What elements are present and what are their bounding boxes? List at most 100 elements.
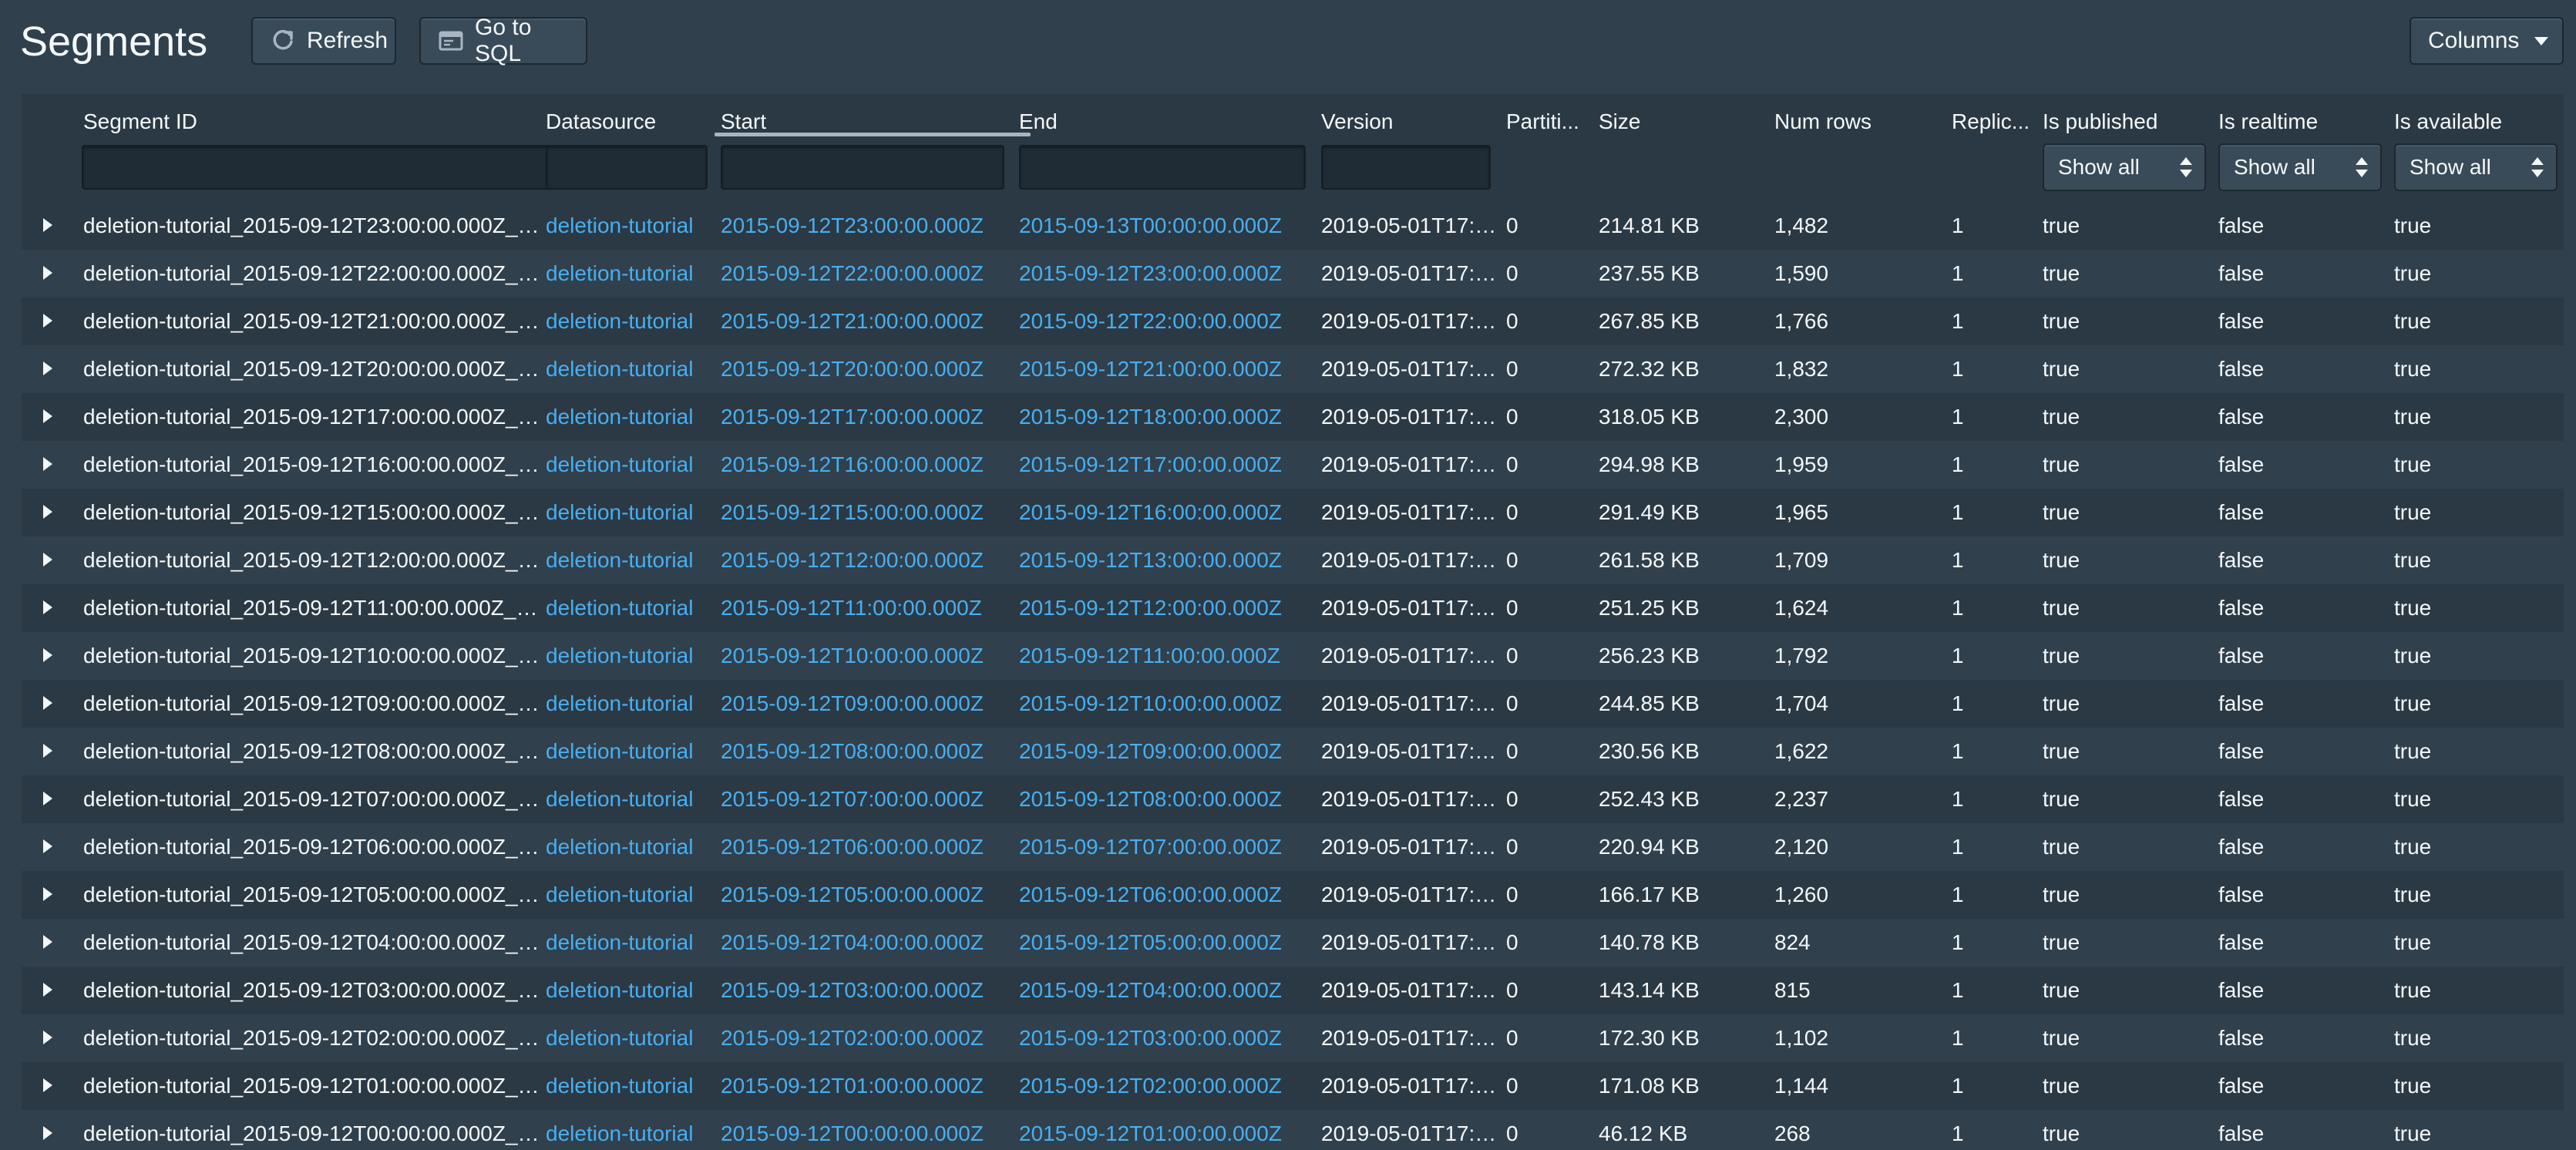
cell-start[interactable]: 2015-09-12T01:00:00.000Z bbox=[721, 1062, 1014, 1110]
cell-datasource[interactable]: deletion-tutorial bbox=[546, 632, 715, 680]
table-row[interactable]: deletion-tutorial_2015-09-12T10:00:00.00… bbox=[22, 632, 2564, 680]
cell-datasource[interactable]: deletion-tutorial bbox=[546, 298, 715, 345]
cell-datasource[interactable]: deletion-tutorial bbox=[546, 393, 715, 441]
cell-datasource[interactable]: deletion-tutorial bbox=[546, 584, 715, 632]
cell-datasource[interactable]: deletion-tutorial bbox=[546, 536, 715, 584]
chevron-right-icon[interactable] bbox=[43, 266, 52, 280]
cell-start[interactable]: 2015-09-12T21:00:00.000Z bbox=[721, 298, 1014, 345]
chevron-right-icon[interactable] bbox=[43, 648, 52, 662]
table-row[interactable]: deletion-tutorial_2015-09-12T02:00:00.00… bbox=[22, 1014, 2564, 1062]
table-row[interactable]: deletion-tutorial_2015-09-12T07:00:00.00… bbox=[22, 775, 2564, 823]
segment-id-filter[interactable] bbox=[82, 145, 552, 190]
header-is-available[interactable]: Is available bbox=[2394, 105, 2548, 139]
table-row[interactable]: deletion-tutorial_2015-09-12T11:00:00.00… bbox=[22, 584, 2564, 632]
cell-datasource[interactable]: deletion-tutorial bbox=[546, 967, 715, 1014]
end-filter[interactable] bbox=[1019, 145, 1306, 190]
header-segment-id[interactable]: Segment ID bbox=[83, 105, 546, 139]
header-end[interactable]: End bbox=[1019, 105, 1312, 139]
cell-end[interactable]: 2015-09-12T09:00:00.000Z bbox=[1019, 728, 1312, 775]
chevron-right-icon[interactable] bbox=[43, 935, 52, 949]
cell-start[interactable]: 2015-09-12T07:00:00.000Z bbox=[721, 775, 1014, 823]
cell-start[interactable]: 2015-09-12T17:00:00.000Z bbox=[721, 393, 1014, 441]
table-row[interactable]: deletion-tutorial_2015-09-12T04:00:00.00… bbox=[22, 919, 2564, 967]
cell-start[interactable]: 2015-09-12T10:00:00.000Z bbox=[721, 632, 1014, 680]
chevron-right-icon[interactable] bbox=[43, 887, 52, 901]
chevron-right-icon[interactable] bbox=[43, 1078, 52, 1092]
cell-end[interactable]: 2015-09-12T10:00:00.000Z bbox=[1019, 680, 1312, 728]
cell-start[interactable]: 2015-09-12T09:00:00.000Z bbox=[721, 680, 1014, 728]
cell-end[interactable]: 2015-09-13T00:00:00.000Z bbox=[1019, 202, 1312, 250]
cell-start[interactable]: 2015-09-12T23:00:00.000Z bbox=[721, 202, 1014, 250]
chevron-right-icon[interactable] bbox=[43, 744, 52, 758]
datasource-filter[interactable] bbox=[546, 145, 708, 190]
chevron-right-icon[interactable] bbox=[43, 314, 52, 328]
cell-start[interactable]: 2015-09-12T02:00:00.000Z bbox=[721, 1014, 1014, 1062]
cell-datasource[interactable]: deletion-tutorial bbox=[546, 919, 715, 967]
cell-start[interactable]: 2015-09-12T12:00:00.000Z bbox=[721, 536, 1014, 584]
cell-datasource[interactable]: deletion-tutorial bbox=[546, 489, 715, 536]
cell-start[interactable]: 2015-09-12T22:00:00.000Z bbox=[721, 250, 1014, 298]
table-row[interactable]: deletion-tutorial_2015-09-12T23:00:00.00… bbox=[22, 202, 2564, 250]
cell-datasource[interactable]: deletion-tutorial bbox=[546, 1062, 715, 1110]
cell-datasource[interactable]: deletion-tutorial bbox=[546, 1110, 715, 1150]
go-to-sql-button[interactable]: Go to SQL bbox=[419, 15, 587, 66]
cell-end[interactable]: 2015-09-12T22:00:00.000Z bbox=[1019, 298, 1312, 345]
cell-datasource[interactable]: deletion-tutorial bbox=[546, 823, 715, 871]
chevron-right-icon[interactable] bbox=[43, 361, 52, 375]
chevron-right-icon[interactable] bbox=[43, 600, 52, 614]
cell-end[interactable]: 2015-09-12T02:00:00.000Z bbox=[1019, 1062, 1312, 1110]
cell-datasource[interactable]: deletion-tutorial bbox=[546, 345, 715, 393]
table-row[interactable]: deletion-tutorial_2015-09-12T00:00:00.00… bbox=[22, 1110, 2564, 1150]
chevron-right-icon[interactable] bbox=[43, 218, 52, 232]
cell-end[interactable]: 2015-09-12T11:00:00.000Z bbox=[1019, 632, 1312, 680]
table-row[interactable]: deletion-tutorial_2015-09-12T17:00:00.00… bbox=[22, 393, 2564, 441]
cell-datasource[interactable]: deletion-tutorial bbox=[546, 728, 715, 775]
cell-start[interactable]: 2015-09-12T04:00:00.000Z bbox=[721, 919, 1014, 967]
cell-start[interactable]: 2015-09-12T15:00:00.000Z bbox=[721, 489, 1014, 536]
cell-end[interactable]: 2015-09-12T07:00:00.000Z bbox=[1019, 823, 1312, 871]
cell-end[interactable]: 2015-09-12T06:00:00.000Z bbox=[1019, 871, 1312, 919]
cell-start[interactable]: 2015-09-12T03:00:00.000Z bbox=[721, 967, 1014, 1014]
cell-datasource[interactable]: deletion-tutorial bbox=[546, 441, 715, 489]
cell-datasource[interactable]: deletion-tutorial bbox=[546, 202, 715, 250]
cell-end[interactable]: 2015-09-12T21:00:00.000Z bbox=[1019, 345, 1312, 393]
table-row[interactable]: deletion-tutorial_2015-09-12T21:00:00.00… bbox=[22, 298, 2564, 345]
table-row[interactable]: deletion-tutorial_2015-09-12T22:00:00.00… bbox=[22, 250, 2564, 298]
header-size[interactable]: Size bbox=[1599, 105, 1753, 139]
table-row[interactable]: deletion-tutorial_2015-09-12T09:00:00.00… bbox=[22, 680, 2564, 728]
table-row[interactable]: deletion-tutorial_2015-09-12T01:00:00.00… bbox=[22, 1062, 2564, 1110]
table-row[interactable]: deletion-tutorial_2015-09-12T03:00:00.00… bbox=[22, 967, 2564, 1014]
chevron-right-icon[interactable] bbox=[43, 1031, 52, 1044]
start-filter[interactable] bbox=[721, 145, 1004, 190]
cell-datasource[interactable]: deletion-tutorial bbox=[546, 871, 715, 919]
cell-start[interactable]: 2015-09-12T06:00:00.000Z bbox=[721, 823, 1014, 871]
cell-end[interactable]: 2015-09-12T16:00:00.000Z bbox=[1019, 489, 1312, 536]
table-row[interactable]: deletion-tutorial_2015-09-12T20:00:00.00… bbox=[22, 345, 2564, 393]
cell-end[interactable]: 2015-09-12T13:00:00.000Z bbox=[1019, 536, 1312, 584]
chevron-right-icon[interactable] bbox=[43, 1126, 52, 1140]
is-realtime-select[interactable]: Show all bbox=[2218, 143, 2382, 191]
header-partition[interactable]: Partiti... bbox=[1506, 105, 1583, 139]
table-row[interactable]: deletion-tutorial_2015-09-12T12:00:00.00… bbox=[22, 536, 2564, 584]
cell-start[interactable]: 2015-09-12T16:00:00.000Z bbox=[721, 441, 1014, 489]
cell-end[interactable]: 2015-09-12T01:00:00.000Z bbox=[1019, 1110, 1312, 1150]
chevron-right-icon[interactable] bbox=[43, 553, 52, 567]
cell-start[interactable]: 2015-09-12T11:00:00.000Z bbox=[721, 584, 1014, 632]
chevron-right-icon[interactable] bbox=[43, 696, 52, 710]
header-num-rows[interactable]: Num rows bbox=[1774, 105, 1929, 139]
cell-end[interactable]: 2015-09-12T08:00:00.000Z bbox=[1019, 775, 1312, 823]
cell-datasource[interactable]: deletion-tutorial bbox=[546, 775, 715, 823]
columns-button[interactable]: Columns bbox=[2410, 17, 2564, 65]
table-row[interactable]: deletion-tutorial_2015-09-12T06:00:00.00… bbox=[22, 823, 2564, 871]
cell-end[interactable]: 2015-09-12T03:00:00.000Z bbox=[1019, 1014, 1312, 1062]
cell-datasource[interactable]: deletion-tutorial bbox=[546, 680, 715, 728]
header-datasource[interactable]: Datasource bbox=[546, 105, 715, 139]
table-row[interactable]: deletion-tutorial_2015-09-12T15:00:00.00… bbox=[22, 489, 2564, 536]
chevron-right-icon[interactable] bbox=[43, 409, 52, 423]
header-replication[interactable]: Replic... bbox=[1952, 105, 2044, 139]
cell-datasource[interactable]: deletion-tutorial bbox=[546, 1014, 715, 1062]
chevron-right-icon[interactable] bbox=[43, 457, 52, 471]
table-row[interactable]: deletion-tutorial_2015-09-12T08:00:00.00… bbox=[22, 728, 2564, 775]
version-filter[interactable] bbox=[1321, 145, 1491, 190]
cell-end[interactable]: 2015-09-12T23:00:00.000Z bbox=[1019, 250, 1312, 298]
